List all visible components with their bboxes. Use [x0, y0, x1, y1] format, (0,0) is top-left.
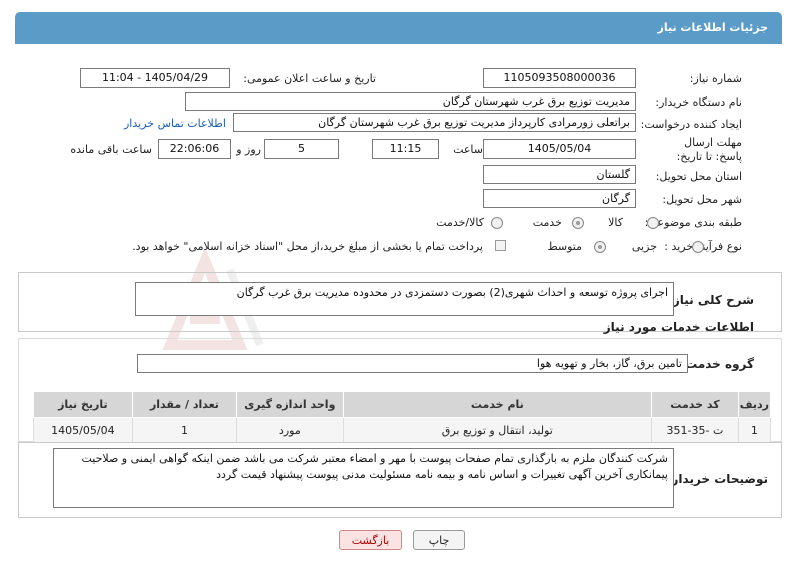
remaining-time-field: 22:06:06	[158, 139, 231, 159]
announce-label: تاریخ و ساعت اعلان عمومی:	[243, 72, 376, 85]
city-label: شهر محل تحویل:	[662, 193, 742, 206]
col-unit: واحد اندازه گیری	[236, 391, 344, 418]
summary-textarea: اجرای پروژه توسعه و احداث شهری(2) بصورت …	[135, 282, 674, 316]
category-radio-goods-service[interactable]	[491, 217, 503, 229]
page-header: جزئیات اطلاعات نیاز	[15, 12, 782, 44]
need-number-field: 1105093508000036	[483, 68, 636, 88]
col-row: ردیف	[737, 391, 772, 418]
page-title: جزئیات اطلاعات نیاز	[657, 21, 769, 34]
category-radio-service[interactable]	[572, 217, 584, 229]
need-number-label: شماره نیاز:	[689, 72, 742, 85]
city-field: گرگان	[483, 189, 636, 208]
process-radio-minor[interactable]	[692, 241, 704, 253]
service-group-field: تامین برق، گاز، بخار و تهویه هوا	[137, 354, 688, 373]
deadline-label: مهلت ارسال پاسخ: تا تاریخ:	[676, 136, 742, 163]
process-option-medium: متوسط	[547, 240, 582, 253]
col-code: کد خدمت	[651, 391, 739, 418]
treasury-note: پرداخت تمام یا بخشی از مبلغ خرید،از محل …	[132, 240, 483, 253]
services-table: ردیف کد خدمت نام خدمت واحد اندازه گیری ت…	[33, 391, 772, 443]
print-button[interactable]: چاپ	[413, 530, 465, 550]
buyer-org-field: مدیریت توزیع برق غرب شهرستان گرگان	[185, 92, 636, 111]
col-name: نام خدمت	[342, 391, 653, 418]
creator-field: براتعلی زورمرادی کارپرداز مدیریت توزیع ب…	[233, 113, 636, 132]
days-label: روز و	[236, 143, 261, 156]
service-group-label: گروه خدمت:	[680, 357, 754, 371]
cell-code: ت -35-351	[651, 417, 739, 443]
cell-date: 1405/05/04	[33, 417, 133, 443]
province-label: استان محل تحویل:	[655, 170, 742, 183]
remaining-label: ساعت باقی مانده	[70, 143, 152, 156]
col-date: تاریخ نیاز	[33, 391, 133, 418]
deadline-time-label: ساعت	[453, 143, 483, 156]
cell-row: 1	[737, 417, 772, 443]
back-button[interactable]: بازگشت	[339, 530, 402, 550]
table-header-row: ردیف کد خدمت نام خدمت واحد اندازه گیری ت…	[33, 391, 772, 418]
contact-buyer-link[interactable]: اطلاعات تماس خریدار	[124, 117, 226, 130]
buyer-org-label: نام دستگاه خریدار:	[655, 96, 742, 109]
creator-label: ایجاد کننده درخواست:	[640, 118, 742, 131]
treasury-checkbox[interactable]	[495, 240, 506, 251]
services-title: اطلاعات خدمات مورد نیاز	[603, 320, 754, 334]
category-option-goods-service: کالا/خدمت	[436, 216, 484, 229]
process-radio-medium[interactable]	[594, 241, 606, 253]
col-qty: تعداد / مقدار	[131, 391, 238, 418]
cell-unit: مورد	[236, 417, 344, 443]
deadline-time-field: 11:15	[372, 139, 439, 159]
deadline-date-field: 1405/05/04	[483, 139, 636, 159]
category-label: طبقه بندی موضوعی:	[644, 216, 742, 229]
process-option-minor: جزیی	[631, 240, 657, 253]
cell-name: تولید، انتقال و توزیع برق	[342, 417, 653, 443]
category-radio-goods[interactable]	[647, 217, 659, 229]
notes-label: توضیحات خریدار:	[666, 472, 768, 486]
category-option-service: خدمت	[532, 216, 562, 229]
category-option-goods: کالا	[608, 216, 623, 229]
notes-textarea: شرکت کنندگان ملزم به بارگذاری تمام صفحات…	[53, 448, 674, 508]
cell-qty: 1	[131, 417, 238, 443]
province-field: گلستان	[483, 165, 636, 184]
summary-label: شرح کلی نیاز:	[668, 293, 754, 307]
announce-field: 1405/04/29 - 11:04	[80, 68, 230, 88]
days-field: 5	[264, 139, 339, 159]
table-row: 1 ت -35-351 تولید، انتقال و توزیع برق مو…	[33, 417, 772, 443]
